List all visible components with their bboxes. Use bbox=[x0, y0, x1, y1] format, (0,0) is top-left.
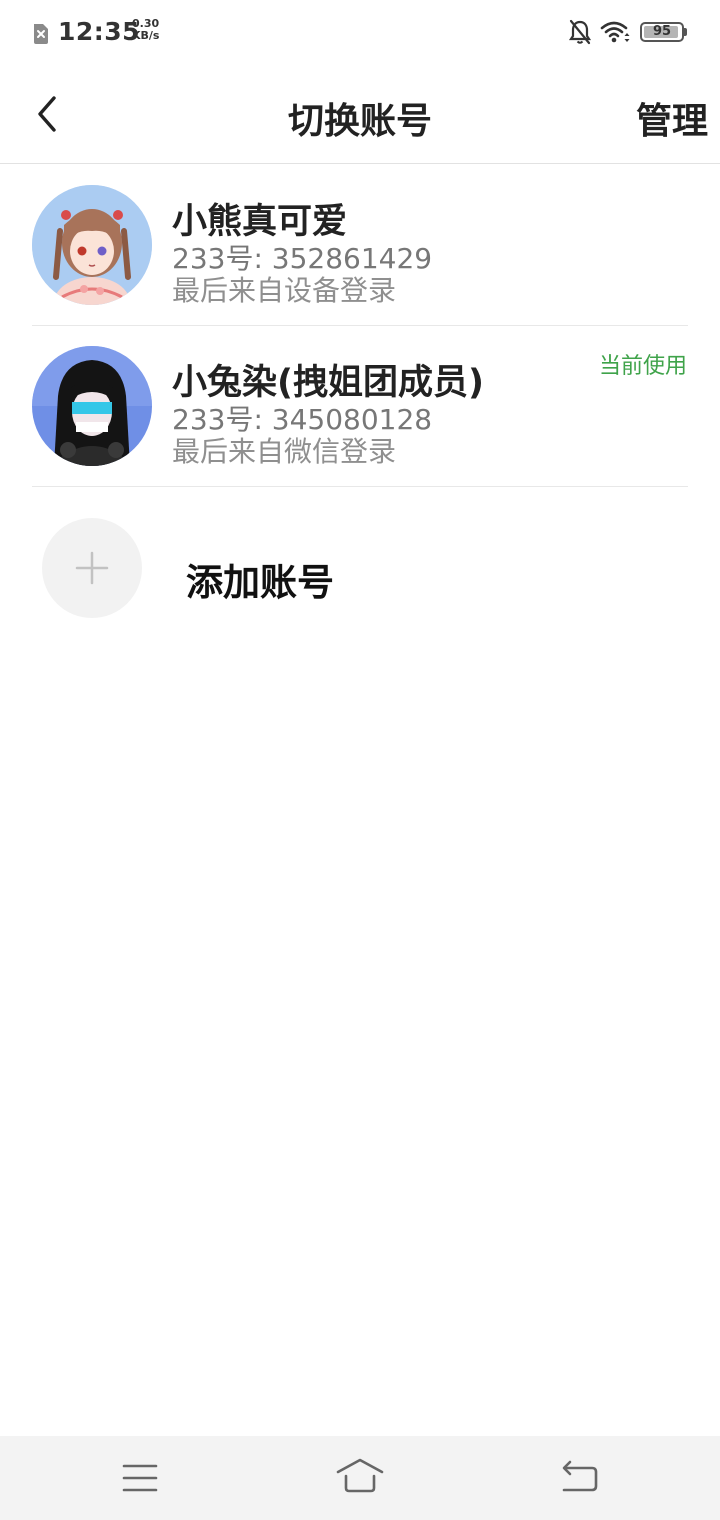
add-account-circle bbox=[42, 518, 142, 618]
battery-tip bbox=[684, 28, 687, 36]
manage-button[interactable]: 管理 bbox=[636, 92, 708, 144]
home-icon bbox=[336, 1458, 384, 1493]
add-account-label: 添加账号 bbox=[186, 561, 334, 604]
add-account-button[interactable]: 添加账号 bbox=[0, 512, 720, 622]
account-item[interactable]: 小熊真可爱 233号: 352861429 最后来自设备登录 bbox=[0, 165, 720, 327]
menu-icon bbox=[122, 1464, 158, 1492]
home-button[interactable] bbox=[336, 1454, 384, 1502]
page-title: 切换账号 bbox=[287, 101, 432, 142]
back-icon bbox=[562, 1460, 598, 1492]
plus-icon bbox=[75, 551, 109, 585]
network-speed-unit: KB/s bbox=[132, 29, 160, 42]
battery-icon: 95 bbox=[640, 22, 688, 42]
battery-level: 95 bbox=[652, 24, 672, 39]
sim-card-error-icon bbox=[34, 24, 48, 44]
current-account-badge: 当前使用 bbox=[598, 354, 687, 379]
avatar bbox=[32, 346, 152, 466]
screen: 12:35 0.30 KB/s 95 切换账号 管理 小熊真可爱 233号: 3… bbox=[0, 0, 720, 1520]
account-item[interactable]: 小兔染(拽姐团成员) 当前使用 233号: 345080128 最后来自微信登录 bbox=[0, 326, 720, 488]
wifi-icon bbox=[600, 21, 630, 43]
status-time: 12:35 bbox=[58, 17, 141, 46]
account-login-source: 最后来自设备登录 bbox=[172, 274, 397, 307]
network-speed: 0.30 KB/s bbox=[132, 18, 166, 42]
navigation-bar bbox=[0, 1436, 720, 1520]
back-nav-button[interactable] bbox=[556, 1454, 604, 1502]
divider bbox=[32, 486, 688, 487]
account-login-source: 最后来自微信登录 bbox=[172, 435, 397, 468]
bell-off-icon bbox=[568, 19, 592, 45]
header: 切换账号 管理 bbox=[0, 66, 720, 164]
avatar bbox=[32, 185, 152, 305]
status-bar: 12:35 0.30 KB/s 95 bbox=[0, 0, 720, 66]
menu-button[interactable] bbox=[116, 1454, 164, 1502]
